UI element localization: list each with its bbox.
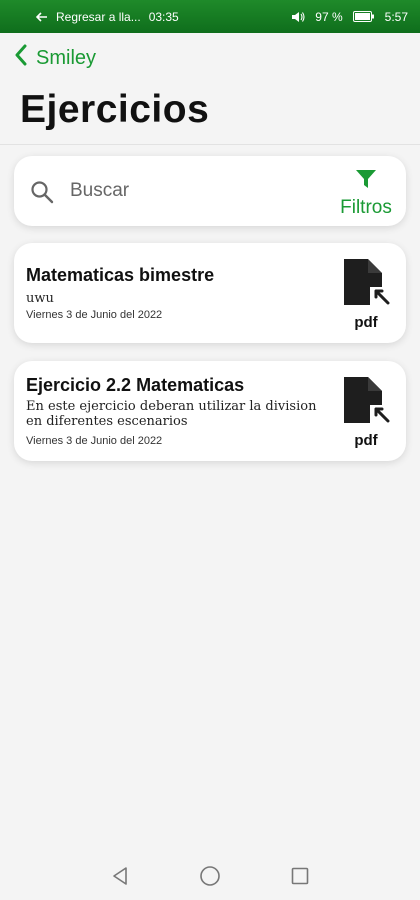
pdf-download-button[interactable]: pdf [340,375,392,451]
exercise-title: Matematicas bimestre [26,265,215,285]
exercise-title: Ejercicio 2.2 Matematicas [26,375,245,395]
exercise-date: Viernes 3 de Junio del 2022 [26,309,163,321]
recents-square-icon[interactable] [291,867,309,885]
search-icon [30,180,54,209]
exercise-card[interactable]: Ejercicio 2.2 Matematicas En este ejerci… [14,361,406,461]
exercise-date: Viernes 3 de Junio del 2022 [26,435,163,447]
status-bar: Regresar a lla... 03:35 97 % 5:57 [0,0,420,33]
filter-label: Filtros [340,197,392,218]
filter-icon [355,168,377,195]
pdf-label: pdf [354,314,378,331]
search-input[interactable] [70,176,330,206]
pdf-download-button[interactable]: pdf [340,257,392,333]
battery-icon [352,11,375,22]
chevron-left-icon [14,44,28,72]
back-label: Smiley [36,46,97,69]
home-circle-icon[interactable] [199,865,221,887]
system-nav-bar [0,852,420,900]
back-button[interactable]: Smiley [14,44,96,72]
call-return-text: Regresar a lla... [56,9,141,24]
back-arrow-icon [36,11,48,22]
filter-button[interactable]: Filtros [336,168,396,218]
battery-percent: 97 % [315,9,343,24]
volume-icon [291,11,305,23]
page-title: Ejercicios [20,88,210,131]
call-time: 03:35 [148,9,179,24]
exercise-description: uwu [26,291,54,306]
divider [0,144,420,145]
ongoing-call-indicator[interactable]: Regresar a lla... 03:35 [36,10,179,24]
pdf-file-icon [342,375,390,430]
exercise-card[interactable]: Matematicas bimestre uwu Viernes 3 de Ju… [14,243,406,343]
back-triangle-icon[interactable] [111,866,129,886]
pdf-label: pdf [354,432,378,449]
exercise-description: En este ejercicio deberan utilizar la di… [26,399,317,429]
search-bar: Filtros [14,156,406,226]
clock: 5:57 [384,9,408,24]
pdf-file-icon [342,257,390,312]
